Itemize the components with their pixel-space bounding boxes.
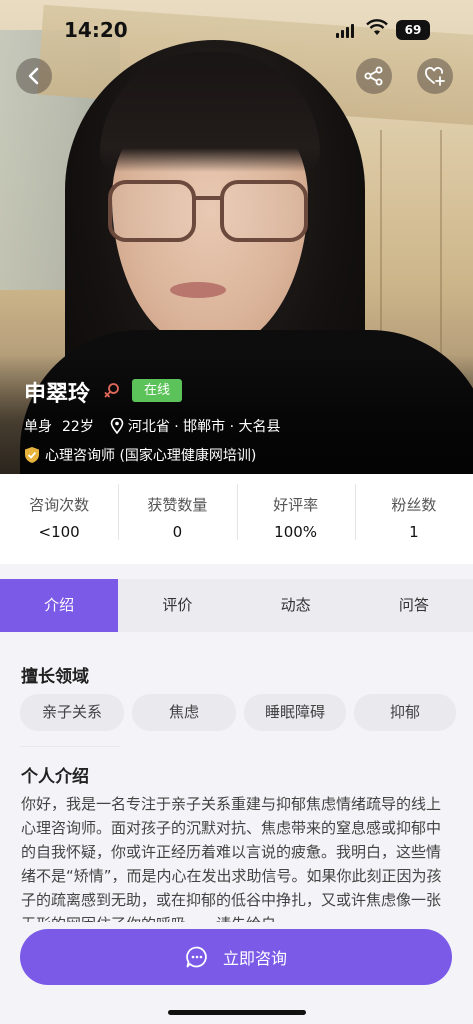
status-bar: 14:20 69 [0, 0, 473, 60]
certification-text: 心理咨询师 (国家心理健康网培训) [45, 448, 257, 464]
stats-bar: 咨询次数 <100 获赞数量 0 好评率 100% 粉丝数 1 [0, 474, 473, 564]
intro-title: 个人介绍 [21, 767, 89, 787]
stat-consultations: 咨询次数 <100 [29, 496, 90, 541]
wifi-icon [366, 19, 388, 42]
age: 22岁 [62, 419, 94, 435]
follow-button[interactable] [417, 58, 453, 94]
location-pin-icon [110, 418, 124, 434]
divider [20, 746, 120, 747]
counselor-name: 申翠玲 [24, 382, 91, 407]
stat-rating: 好评率 100% [236, 474, 355, 564]
signal-icon [336, 24, 358, 38]
tab-reviews[interactable]: 评价 [118, 579, 236, 632]
chevron-left-icon [28, 67, 39, 85]
tab-activity[interactable]: 动态 [237, 579, 355, 632]
online-badge: 在线 [132, 379, 182, 402]
verified-shield-icon [25, 447, 39, 463]
consult-now-label: 立即咨询 [222, 949, 287, 968]
expertise-title: 擅长领域 [21, 667, 89, 687]
home-indicator[interactable] [168, 1010, 306, 1015]
female-icon [104, 383, 119, 398]
heart-plus-icon [425, 67, 445, 86]
status-time: 14:20 [64, 18, 128, 42]
tab-intro[interactable]: 介绍 [0, 579, 119, 632]
battery-icon: 69 [396, 20, 430, 40]
intro-text: 你好，我是一名专注于亲子关系重建与抑郁焦虑情绪疏导的线上心理咨询师。面对孩子的沉… [21, 795, 442, 922]
expertise-chip[interactable]: 亲子关系 [20, 694, 124, 731]
share-icon [364, 66, 383, 86]
stat-fans: 粉丝数 1 [354, 474, 473, 564]
back-button[interactable] [16, 58, 52, 94]
tab-bar: 介绍 评价 动态 问答 [0, 579, 473, 632]
location: 河北省 · 邯郸市 · 大名县 [127, 419, 281, 435]
expertise-chip[interactable]: 抑郁 [354, 694, 456, 731]
share-button[interactable] [356, 58, 392, 94]
chat-bubble-icon [186, 946, 207, 968]
certification: 心理咨询师 (国家心理健康网培训) [24, 445, 256, 465]
expertise-chips: 亲子关系 焦虑 睡眠障碍 抑郁 [20, 694, 456, 731]
consult-now-button[interactable]: 立即咨询 [20, 929, 452, 985]
marital-status: 单身 [24, 419, 52, 435]
profile-meta: 单身 22岁 河北省 · 邯郸市 · 大名县 [24, 416, 281, 436]
expertise-chip[interactable]: 焦虑 [132, 694, 236, 731]
expertise-chip[interactable]: 睡眠障碍 [244, 694, 346, 731]
tab-qa[interactable]: 问答 [355, 579, 473, 632]
stat-likes: 获赞数量 0 [118, 474, 236, 564]
